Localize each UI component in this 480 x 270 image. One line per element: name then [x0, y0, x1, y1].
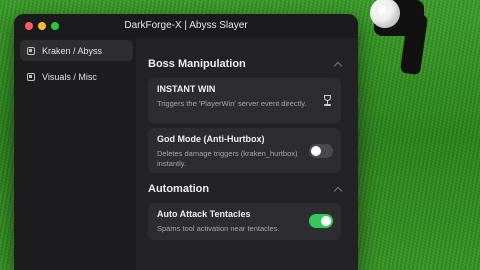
card-description: Triggers the 'PlayerWin' server event di… — [157, 99, 307, 108]
sidebar-item-label: Visuals / Misc — [42, 71, 97, 82]
window-title: DarkForge-X | Abyss Slayer — [124, 20, 248, 31]
card-title: God Mode (Anti-Hurtbox) — [157, 134, 265, 144]
card-title: INSTANT WIN — [157, 84, 216, 94]
instant-win-card[interactable]: INSTANT WIN Triggers the 'PlayerWin' ser… — [148, 78, 341, 123]
sidebar-item-label: Kraken / Abyss — [42, 45, 103, 56]
sidebar: Kraken / Abyss Visuals / Misc — [14, 38, 134, 270]
god-mode-card: God Mode (Anti-Hurtbox) Deletes damage t… — [148, 128, 341, 173]
card-description: Deletes damage triggers (kraken_hurtbox)… — [157, 149, 298, 168]
sidebar-item-visuals-misc[interactable]: Visuals / Misc — [20, 66, 133, 87]
god-mode-toggle[interactable] — [309, 144, 333, 158]
sidebar-item-kraken-abyss[interactable]: Kraken / Abyss — [20, 40, 133, 61]
exploit-window: DarkForge-X | Abyss Slayer Kraken / Abys… — [14, 14, 358, 270]
card-title: Auto Attack Tentacles — [157, 209, 251, 219]
chevron-up-icon[interactable] — [334, 186, 342, 192]
auto-attack-toggle[interactable] — [309, 214, 333, 228]
auto-attack-card: Auto Attack Tentacles Spams tool activat… — [148, 203, 341, 240]
tab-icon — [27, 72, 35, 81]
section-title-automation: Automation — [148, 183, 210, 195]
tab-icon — [27, 46, 35, 55]
section-title-boss-manipulation: Boss Manipulation — [148, 58, 246, 70]
chevron-up-icon[interactable] — [334, 61, 342, 67]
title-bar[interactable]: DarkForge-X | Abyss Slayer — [14, 14, 358, 38]
card-description: Spams tool activation near tentacles. — [157, 224, 280, 233]
game-character — [360, 0, 480, 270]
main-panel: Boss Manipulation INSTANT WIN Triggers t… — [136, 38, 358, 270]
trophy-icon[interactable] — [322, 95, 333, 107]
